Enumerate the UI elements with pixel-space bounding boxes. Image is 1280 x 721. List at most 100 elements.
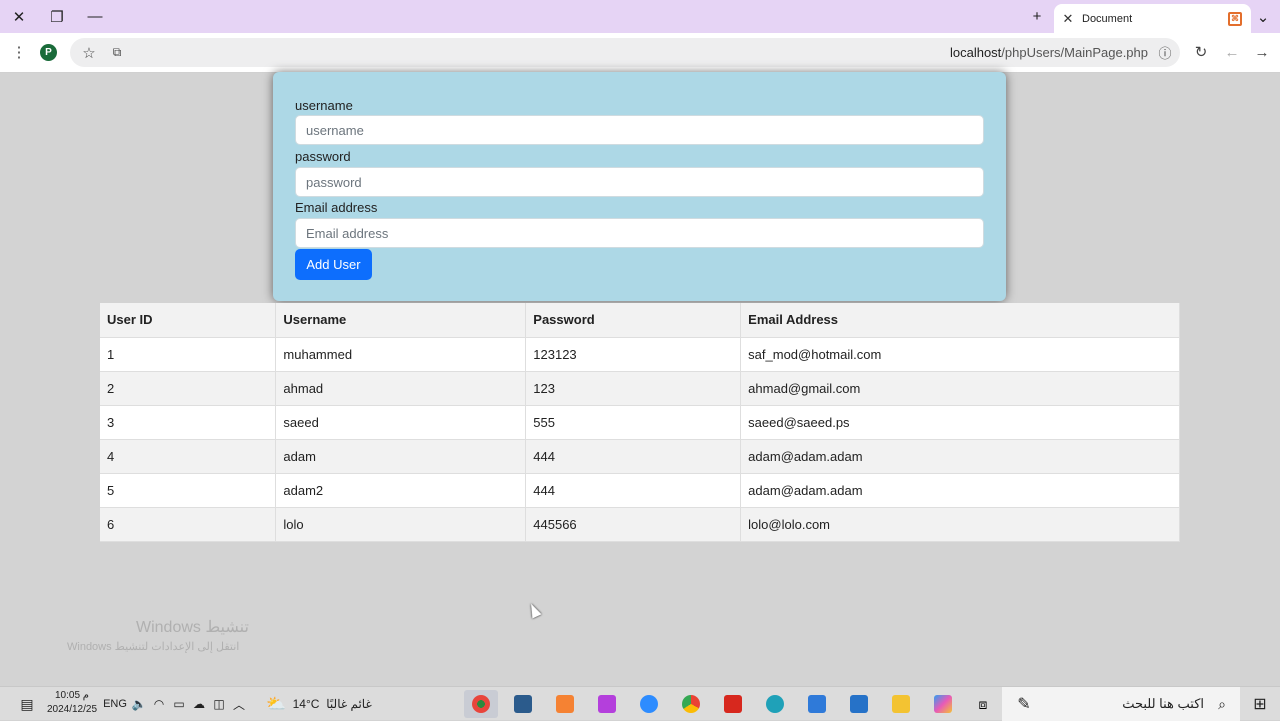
windows-start-icon[interactable]: ⊞ — [1244, 687, 1276, 721]
onedrive-icon[interactable]: ☁ — [190, 687, 208, 721]
table-row: 5 adam2 444 adam@adam.adam — [100, 473, 1180, 508]
tab-title: Document — [1082, 12, 1133, 25]
copilot-icon[interactable] — [926, 690, 960, 718]
menu-kebab-icon[interactable]: ⋮ — [4, 37, 34, 67]
cell-password: 123 — [525, 371, 742, 406]
mail-icon[interactable] — [800, 690, 834, 718]
url-host: localhost — [949, 45, 1002, 60]
new-tab-icon[interactable]: + — [1018, 0, 1056, 33]
tab-search-chevron-icon[interactable]: ⌄ — [1246, 0, 1280, 33]
cell-username: lolo — [275, 507, 527, 542]
username-input[interactable] — [295, 115, 984, 145]
taskbar-search-box[interactable]: ✎ اكتب هنا للبحث ⌕ — [1002, 687, 1240, 721]
activation-watermark-title: تنشيط Windows — [136, 619, 249, 636]
cell-password: 444 — [525, 473, 742, 508]
clock-time: 10:05 م — [54, 690, 89, 701]
weather-cloud-icon[interactable]: ⛅ — [262, 687, 290, 721]
activation-watermark-subtitle: انتقل إلى الإعدادات لتنشيط Windows — [67, 641, 240, 653]
table-row: 2 ahmad 123 ahmad@gmail.com — [100, 371, 1180, 406]
search-icon: ⌕ — [1218, 695, 1226, 712]
table-header-row: User ID Username Password Email Address — [100, 303, 1180, 338]
add-user-button[interactable]: Add User — [295, 249, 372, 280]
cell-email: adam@adam.adam — [740, 473, 1180, 508]
forward-arrow-icon[interactable]: → — [1247, 37, 1277, 67]
bookmark-star-icon[interactable]: ☆ — [74, 38, 104, 67]
table-row: 4 adam 444 adam@adam.adam — [100, 439, 1180, 474]
url-path: /phpUsers/MainPage.php — [1001, 45, 1148, 60]
visual-studio-code-icon[interactable] — [506, 690, 540, 718]
address-bar[interactable]: ☆ ⧉ localhost/phpUsers/MainPage.php ⓘ — [70, 38, 1180, 67]
cell-username: adam2 — [275, 473, 527, 508]
cell-user-id: 3 — [100, 405, 277, 440]
volume-icon[interactable]: 🔈 — [130, 687, 148, 721]
table-row: 3 saeed 555 saeed@saeed.ps — [100, 405, 1180, 440]
email-label: Email address — [295, 200, 378, 215]
language-indicator[interactable]: ENG — [102, 687, 128, 721]
xampp-app-icon[interactable] — [548, 690, 582, 718]
col-header-user-id: User ID — [100, 303, 277, 338]
restore-window-icon[interactable]: ❐ — [38, 0, 76, 33]
cell-email: lolo@lolo.com — [740, 507, 1180, 542]
weather-description[interactable]: غائم غالبًا — [324, 687, 374, 721]
cell-password: 444 — [525, 439, 742, 474]
site-info-icon[interactable]: ⓘ — [1150, 38, 1180, 67]
col-header-username: Username — [275, 303, 527, 338]
clock-date: 2024/12/25 — [46, 704, 98, 715]
cell-username: ahmad — [275, 371, 527, 406]
users-table: User ID Username Password Email Address … — [100, 303, 1180, 542]
cell-email: adam@adam.adam — [740, 439, 1180, 474]
reload-icon[interactable]: ↻ — [1186, 37, 1216, 67]
cell-email: ahmad@gmail.com — [740, 371, 1180, 406]
show-hidden-icons-chevron-icon[interactable]: ︿ — [230, 687, 248, 721]
cell-password: 123123 — [525, 337, 742, 372]
cell-username: saeed — [275, 405, 527, 440]
url-text[interactable]: localhost/phpUsers/MainPage.php — [950, 45, 1148, 60]
table-row: 1 muhammed 123123 saf_mod@hotmail.com — [100, 337, 1180, 372]
password-label: password — [295, 149, 351, 164]
profile-avatar[interactable]: P — [40, 44, 57, 61]
windows-taskbar: ▤ 10:05 م 2024/12/25 ENG 🔈 ◠ ▭ ☁ ◫ ︿ ⛅ 1… — [0, 686, 1280, 721]
cell-password: 445566 — [525, 507, 742, 542]
browser-toolbar: ⋮ P ☆ ⧉ localhost/phpUsers/MainPage.php … — [0, 33, 1280, 73]
email-input[interactable] — [295, 218, 984, 248]
cell-username: adam — [275, 439, 527, 474]
translate-icon[interactable]: ⧉ — [102, 38, 132, 67]
back-arrow-icon[interactable]: ← — [1217, 37, 1247, 67]
notification-center-icon[interactable]: ▤ — [14, 687, 40, 721]
meet-now-icon[interactable]: ◫ — [210, 687, 228, 721]
phpstorm-icon[interactable] — [590, 690, 624, 718]
cell-email: saf_mod@hotmail.com — [740, 337, 1180, 372]
password-input[interactable] — [295, 167, 984, 197]
close-window-icon[interactable]: ✕ — [0, 0, 38, 33]
wifi-icon[interactable]: ◠ — [150, 687, 168, 721]
chrome-profile-app-icon[interactable] — [464, 690, 498, 718]
username-label: username — [295, 98, 353, 113]
cell-password: 555 — [525, 405, 742, 440]
zoom-icon[interactable] — [632, 690, 666, 718]
browser-tab[interactable]: ✕ Document ⌘ — [1054, 4, 1251, 33]
edge-icon[interactable] — [758, 690, 792, 718]
chrome-icon[interactable] — [674, 690, 708, 718]
system-clock[interactable]: 10:05 م 2024/12/25 — [44, 689, 100, 717]
store-icon[interactable] — [842, 690, 876, 718]
xampp-favicon-icon: ⌘ — [1228, 11, 1242, 26]
battery-icon[interactable]: ▭ — [170, 687, 188, 721]
cell-user-id: 1 — [100, 337, 277, 372]
col-header-email: Email Address — [740, 303, 1180, 338]
browser-titlebar: ✕ ❐ — + ✕ Document ⌘ ⌄ — [0, 0, 1280, 33]
tab-close-icon[interactable]: ✕ — [1056, 11, 1080, 27]
cell-email: saeed@saeed.ps — [740, 405, 1180, 440]
weather-temperature[interactable]: 14°C — [292, 687, 320, 721]
table-row: 6 lolo 445566 lolo@lolo.com — [100, 507, 1180, 542]
cell-username: muhammed — [275, 337, 527, 372]
search-highlight-icon: ✎ — [1017, 696, 1031, 713]
search-placeholder: اكتب هنا للبحث — [1122, 696, 1204, 711]
minimize-window-icon[interactable]: — — [76, 0, 114, 33]
cell-user-id: 5 — [100, 473, 277, 508]
acrobat-icon[interactable] — [716, 690, 750, 718]
add-user-form: username password Email address Add User — [273, 72, 1006, 301]
mouse-cursor-icon — [526, 601, 542, 619]
cell-user-id: 4 — [100, 439, 277, 474]
task-view-icon[interactable]: ⧈ — [966, 690, 1000, 718]
file-explorer-icon[interactable] — [884, 690, 918, 718]
